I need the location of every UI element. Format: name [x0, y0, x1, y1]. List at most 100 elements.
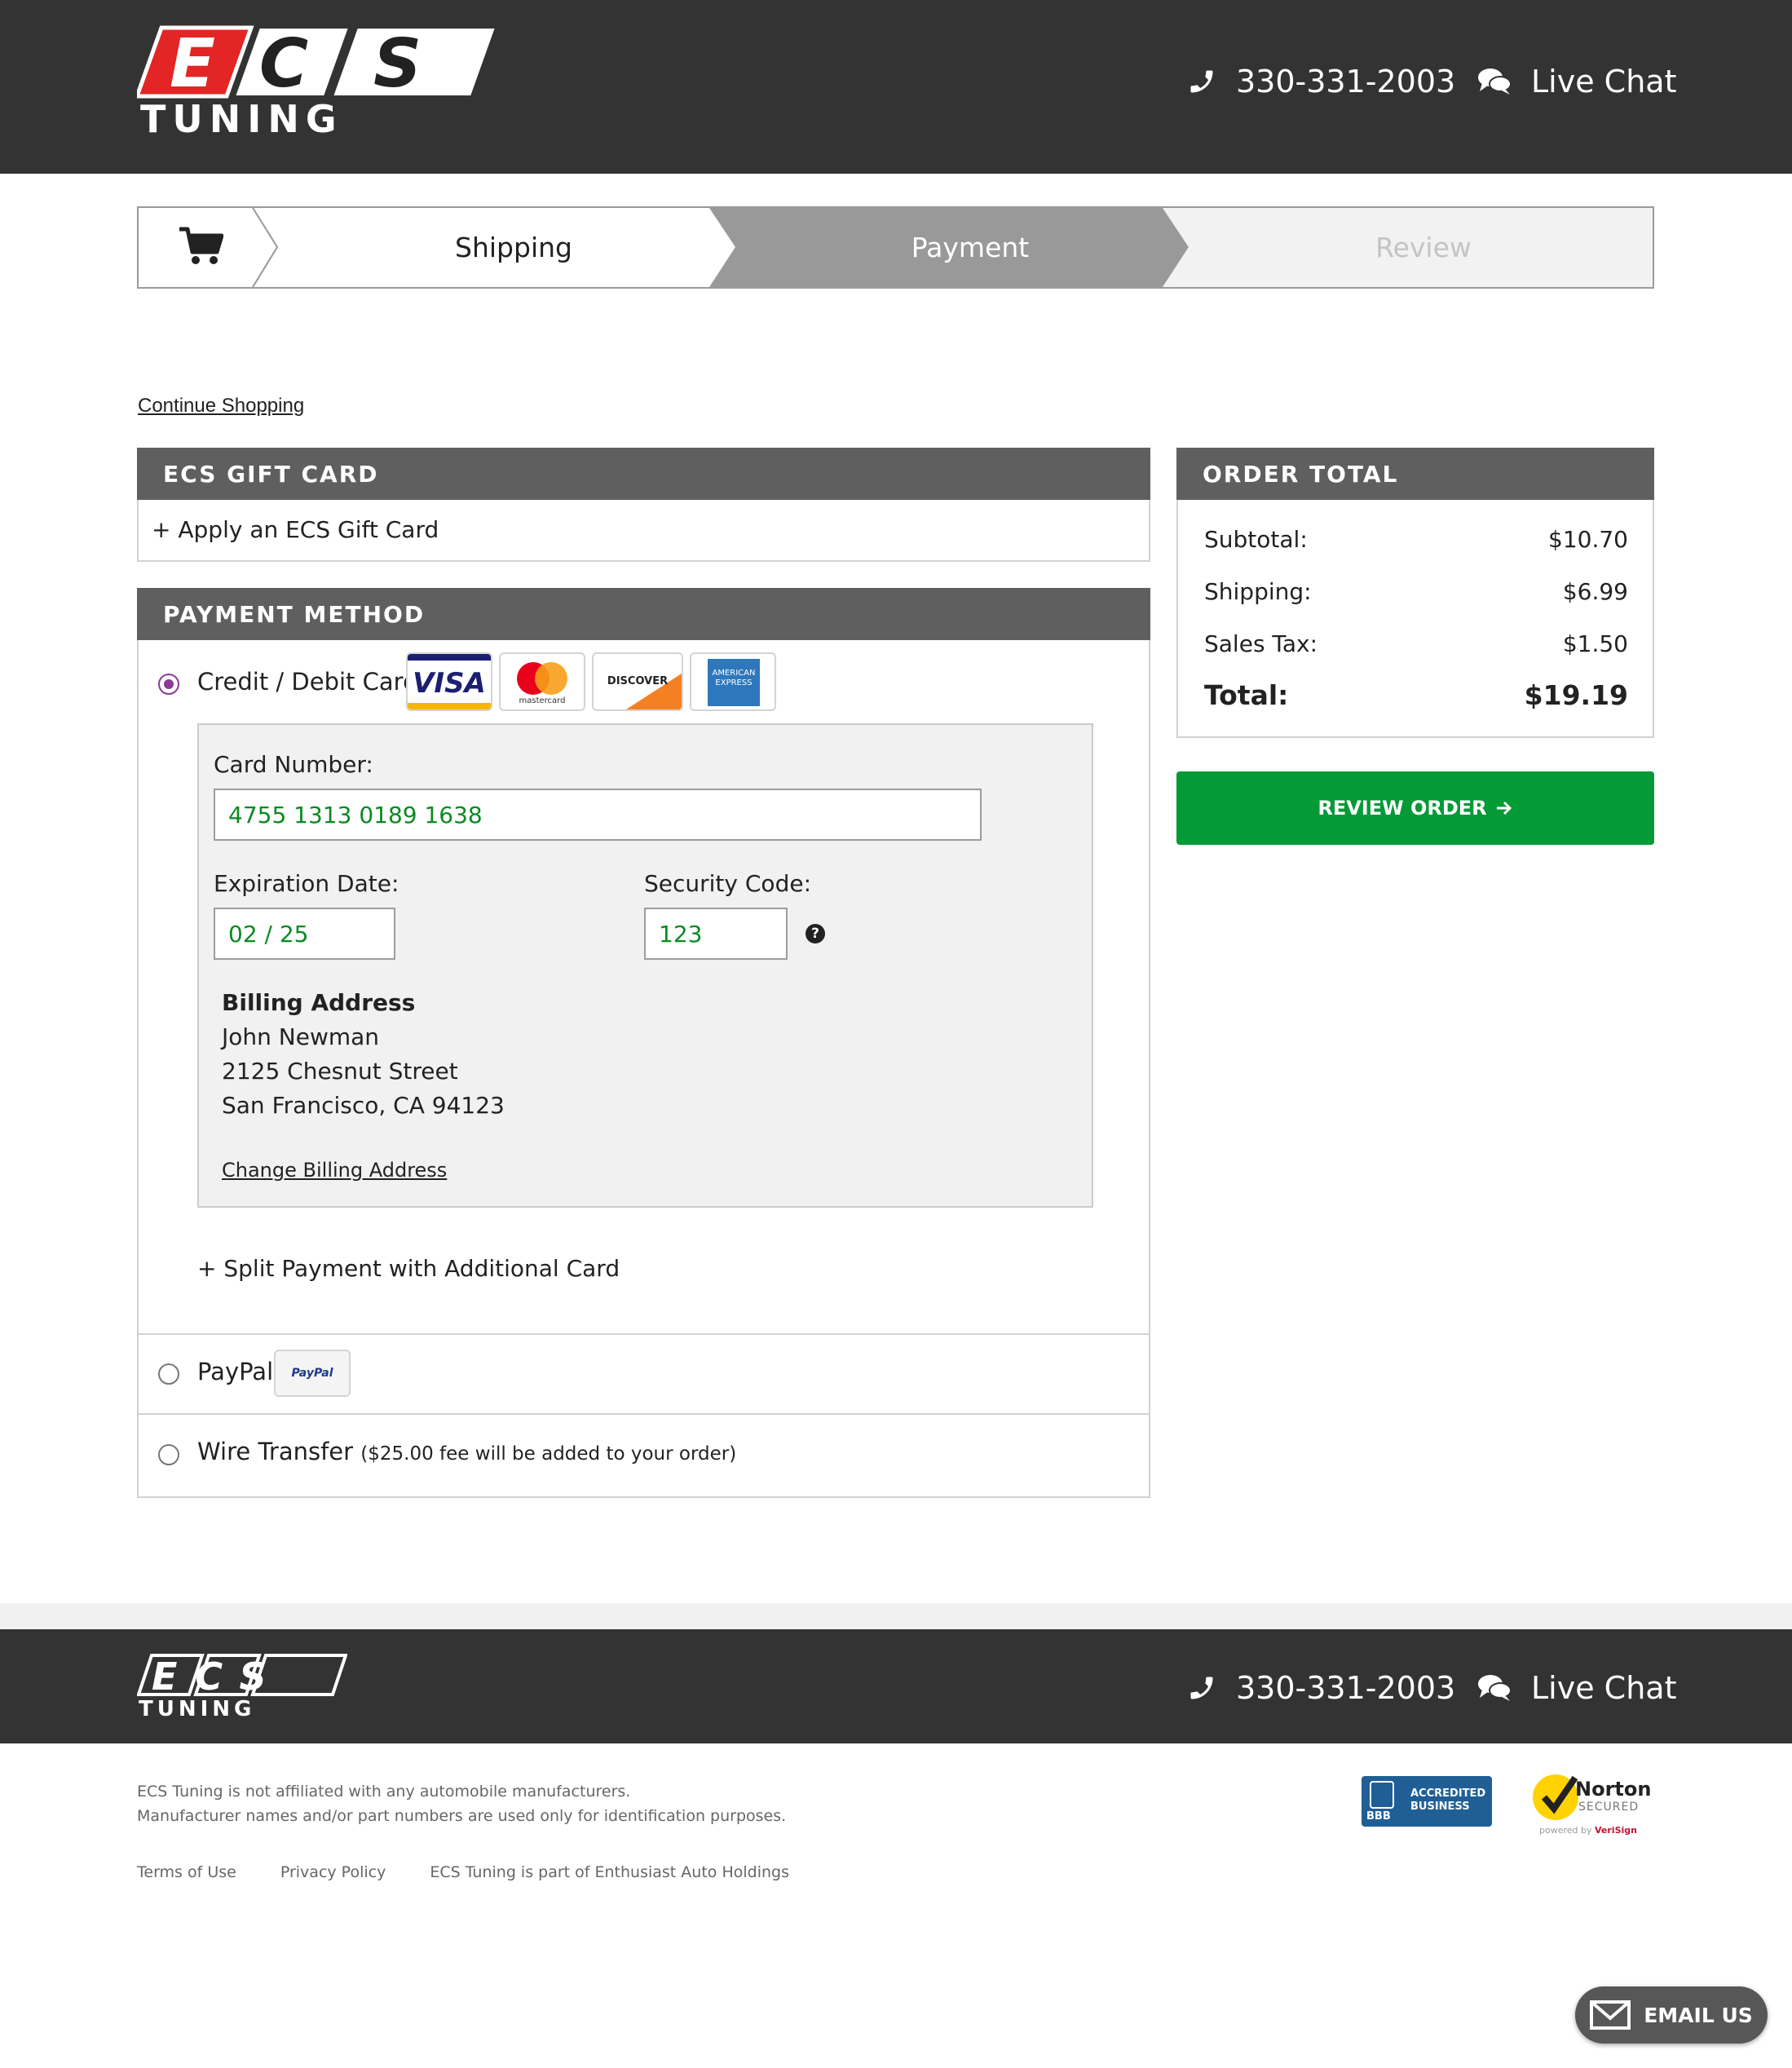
- step-shipping[interactable]: Shipping: [285, 208, 742, 287]
- footer-top-strip: [0, 1603, 1792, 1629]
- header-live-chat-link[interactable]: Live Chat: [1477, 59, 1676, 104]
- gift-card-heading: ECS GIFT CARD: [137, 448, 1150, 500]
- paypal-option-label[interactable]: PayPal: [197, 1358, 273, 1385]
- wire-transfer-fee-note: ($25.00 fee will be added to your order): [360, 1443, 737, 1465]
- card-number-label: Card Number:: [214, 751, 373, 778]
- total-value: $19.19: [1524, 679, 1628, 711]
- shipping-value: $6.99: [1562, 578, 1628, 605]
- bbb-accredited-badge[interactable]: BBB ACCREDITED BUSINESS: [1362, 1776, 1492, 1827]
- step-payment: Payment: [911, 232, 1030, 263]
- svg-text:TUNING: TUNING: [140, 97, 343, 139]
- norton-secured-badge[interactable]: Norton SECURED powered by VeriSign: [1528, 1770, 1655, 1838]
- phone-icon: [1190, 1677, 1213, 1699]
- svg-text:S: S: [373, 25, 422, 103]
- total-row: Total: $19.19: [1204, 679, 1628, 711]
- chat-bubbles-icon: [1478, 68, 1512, 95]
- card-brand-logos: VISA mastercard DISCOVER AMERICAN EXPRES…: [406, 652, 783, 711]
- subtotal-value: $10.70: [1548, 526, 1628, 553]
- credit-card-radio[interactable]: [158, 674, 179, 695]
- svg-text:E: E: [170, 25, 215, 103]
- billing-name: John Newman: [222, 1023, 380, 1050]
- privacy-policy-link[interactable]: Privacy Policy: [280, 1863, 386, 1881]
- order-total-panel: Subtotal: $10.70 Shipping: $6.99 Sales T…: [1176, 500, 1654, 738]
- payment-option-divider: [139, 1333, 1149, 1335]
- shipping-label: Shipping:: [1204, 578, 1312, 605]
- norton-powered-by: powered by VeriSign: [1539, 1825, 1637, 1836]
- bbb-line-1: ACCREDITED: [1410, 1787, 1486, 1800]
- ecs-tuning-footer-logo[interactable]: ECS TUNING: [137, 1654, 347, 1719]
- footer-links: Terms of Use Privacy Policy ECS Tuning i…: [137, 1863, 833, 1881]
- expiration-date-input[interactable]: 02 / 25: [214, 908, 395, 960]
- billing-address-title: Billing Address: [222, 989, 416, 1016]
- billing-address-block: Billing Address John Newman 2125 Chesnut…: [222, 986, 505, 1123]
- paypal-radio[interactable]: [158, 1363, 179, 1385]
- disclaimer-line-2: Manufacturer names and/or part numbers a…: [137, 1807, 787, 1825]
- mastercard-logo: mastercard: [499, 652, 585, 711]
- wire-transfer-label: Wire Transfer: [197, 1438, 354, 1465]
- billing-city: San Francisco, CA 94123: [222, 1092, 505, 1119]
- sales-tax-value: $1.50: [1562, 630, 1628, 657]
- phone-icon: [1190, 70, 1213, 93]
- email-us-label: EMAIL US: [1644, 2003, 1753, 2027]
- shipping-row: Shipping: $6.99: [1204, 578, 1628, 605]
- footer-disclaimer: ECS Tuning is not affiliated with any au…: [137, 1779, 786, 1828]
- subtotal-row: Subtotal: $10.70: [1204, 526, 1628, 553]
- expiration-date-label: Expiration Date:: [214, 870, 399, 897]
- payment-method-panel: Credit / Debit Card VISA mastercard DISC…: [137, 640, 1150, 1498]
- bbb-line-2: BUSINESS: [1410, 1801, 1470, 1813]
- cart-icon[interactable]: [178, 226, 223, 267]
- subtotal-label: Subtotal:: [1204, 526, 1308, 553]
- apply-gift-card-link[interactable]: + Apply an ECS Gift Card: [152, 516, 439, 543]
- footer-phone-link[interactable]: 330-331-2003: [1187, 1665, 1455, 1711]
- security-code-input[interactable]: 123: [644, 908, 788, 960]
- visa-logo: VISA: [406, 652, 492, 711]
- security-code-help-icon[interactable]: ?: [806, 924, 825, 943]
- footer-phone-number: 330-331-2003: [1236, 1670, 1456, 1706]
- sales-tax-label: Sales Tax:: [1204, 630, 1318, 657]
- svg-text:C: C: [259, 25, 308, 103]
- footer-logo-tuning-text: TUNING: [139, 1697, 255, 1719]
- total-label: Total:: [1204, 679, 1289, 711]
- billing-street: 2125 Chesnut Street: [222, 1058, 458, 1085]
- wire-transfer-option[interactable]: Wire Transfer ($25.00 fee will be added …: [197, 1438, 736, 1465]
- continue-shopping-link[interactable]: Continue Shopping: [138, 395, 304, 418]
- split-payment-link[interactable]: + Split Payment with Additional Card: [197, 1255, 620, 1282]
- review-order-button[interactable]: REVIEW ORDER: [1176, 771, 1654, 845]
- norton-secured-text: SECURED: [1578, 1801, 1640, 1814]
- credit-card-form: Card Number: 4755 1313 0189 1638 Expirat…: [197, 723, 1093, 1208]
- discover-logo: DISCOVER: [592, 652, 683, 711]
- amex-logo: AMERICAN EXPRESS: [690, 652, 776, 711]
- security-code-label: Security Code:: [644, 870, 811, 897]
- change-billing-address-link[interactable]: Change Billing Address: [222, 1159, 447, 1182]
- step-review: Review: [1375, 232, 1472, 263]
- footer-live-chat-label: Live Chat: [1531, 1670, 1677, 1706]
- bbb-mark-text: BBB: [1366, 1810, 1391, 1823]
- header-phone-number: 330-331-2003: [1236, 64, 1456, 99]
- site-footer: ECS TUNING 330-331-2003 Live Chat: [0, 1629, 1792, 1743]
- header-phone-link[interactable]: 330-331-2003: [1187, 59, 1455, 104]
- footer-live-chat-link[interactable]: Live Chat: [1477, 1665, 1676, 1711]
- email-us-button[interactable]: EMAIL US: [1575, 1986, 1768, 2044]
- disclaimer-line-1: ECS Tuning is not affiliated with any au…: [137, 1783, 631, 1801]
- footer-logo-ecs-text: ECS: [152, 1655, 285, 1699]
- credit-card-option-label[interactable]: Credit / Debit Card: [197, 668, 418, 696]
- amex-text: AMERICAN EXPRESS: [712, 669, 756, 687]
- payment-option-divider: [139, 1413, 1149, 1415]
- site-header: E C S TUNING 330-331-2003 Live Chat: [0, 0, 1792, 174]
- arrow-right-icon: [1496, 801, 1512, 815]
- card-number-input[interactable]: 4755 1313 0189 1638: [214, 789, 982, 841]
- envelope-icon: [1590, 2000, 1631, 2030]
- norton-name: Norton: [1575, 1778, 1652, 1801]
- bbb-torch-icon: [1370, 1781, 1394, 1809]
- wire-transfer-radio[interactable]: [158, 1444, 179, 1465]
- order-total-heading: ORDER TOTAL: [1176, 448, 1654, 500]
- norton-verisign-text: VeriSign: [1595, 1825, 1637, 1836]
- payment-method-heading: PAYMENT METHOD: [137, 588, 1150, 640]
- discover-text: DISCOVER: [607, 675, 669, 687]
- terms-of-use-link[interactable]: Terms of Use: [137, 1863, 236, 1881]
- enthusiast-auto-holdings-link[interactable]: ECS Tuning is part of Enthusiast Auto Ho…: [430, 1863, 789, 1881]
- sales-tax-row: Sales Tax: $1.50: [1204, 630, 1628, 657]
- paypal-logo: PayPal: [274, 1350, 351, 1397]
- ecs-tuning-logo[interactable]: E C S TUNING: [137, 24, 497, 139]
- norton-powered-text: powered by: [1539, 1825, 1592, 1836]
